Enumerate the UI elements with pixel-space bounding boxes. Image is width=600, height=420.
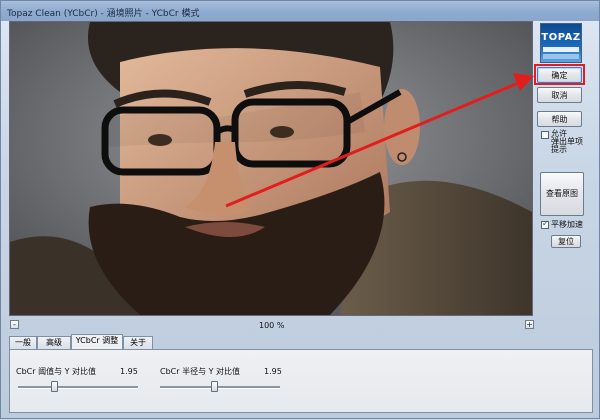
slider-value-radius: 1.95 [264,367,282,376]
threshold-slider-track[interactable] [18,386,138,389]
help-button[interactable]: 帮助 [537,111,582,127]
image-preview[interactable] [9,21,533,316]
zoom-level: 100 % [259,321,285,330]
tab-general[interactable]: 一般 [9,336,37,349]
reset-button[interactable]: 复位 [551,235,581,248]
tab-advanced[interactable]: 高级 [37,336,71,349]
title-bar[interactable]: Topaz Clean (YCbCr) - 涵境照片 - YCbCr 模式 [1,1,599,21]
window-title: Topaz Clean (YCbCr) - 涵境照片 - YCbCr 模式 [7,9,200,19]
tab-ycbcr-adjust[interactable]: YCbCr 调整 [71,334,123,349]
portrait-photo [10,22,532,315]
slider-value-threshold: 1.95 [120,367,138,376]
zoom-out-button[interactable]: - [10,320,19,329]
allow-tips-checkbox[interactable] [541,131,549,139]
logo-text: TOPAZ [541,32,581,43]
allow-tips-label: 允许 弹出单项 提示 [551,129,583,154]
topaz-logo: TOPAZ [540,23,582,63]
view-original-button[interactable]: 查看原图 [540,172,584,216]
pan-accel-label: 平移加速 [551,220,583,229]
slider-label-radius: CbCr 半径与 Y 对比值 [160,367,241,376]
threshold-slider-thumb[interactable] [51,381,58,392]
cancel-button[interactable]: 取消 [537,87,582,103]
slider-label-threshold: CbCr 阈值与 Y 对比值 [16,367,97,376]
pan-accel-checkbox[interactable] [541,219,549,229]
logo-stripe [543,47,579,52]
tab-about[interactable]: 关于 [123,336,153,349]
zoom-in-button[interactable]: + [525,320,534,329]
tab-panel: CbCr 阈值与 Y 对比值 1.95 CbCr 半径与 Y 对比值 1.95 [9,349,593,413]
logo-stripe-2 [543,54,579,59]
radius-slider-track[interactable] [160,386,280,389]
radius-slider-thumb[interactable] [211,381,218,392]
app-window: Topaz Clean (YCbCr) - 涵境照片 - YCbCr 模式 TO… [0,0,600,419]
highlight-box [534,64,585,85]
